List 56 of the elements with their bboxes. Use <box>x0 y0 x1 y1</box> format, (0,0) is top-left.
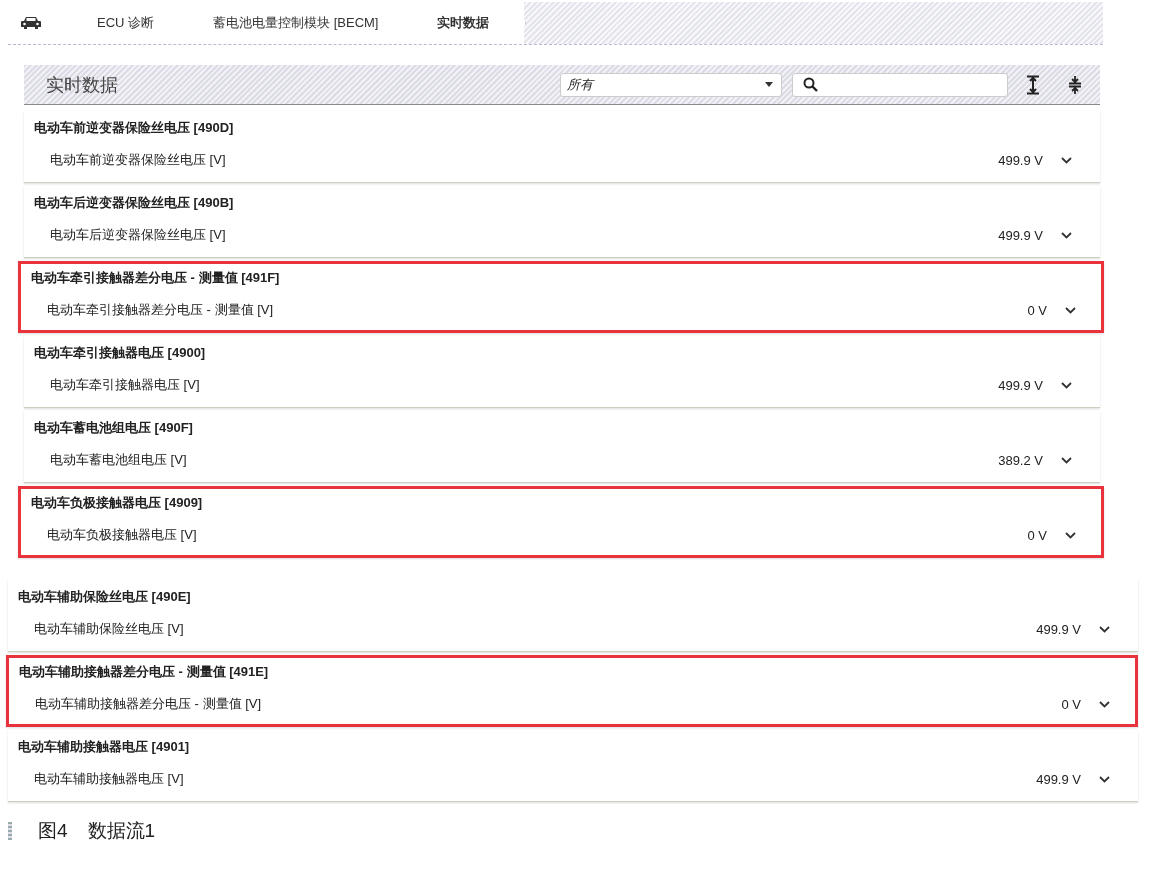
data-row[interactable]: 电动车辅助接触器电压 [4901] 电动车辅助接触器电压 [V] 499.9 V <box>8 730 1138 802</box>
data-row[interactable]: 电动车负极接触器电压 [4909] 电动车负极接触器电压 [V] 0 V <box>18 486 1104 558</box>
chevron-down-icon[interactable] <box>1099 700 1110 708</box>
parameter-name: 电动车蓄电池组电压 [V] <box>50 451 188 469</box>
parameter-title: 电动车辅助保险丝电压 [490E] <box>18 588 192 606</box>
chevron-down-icon[interactable] <box>1061 456 1072 464</box>
parameter-name: 电动车辅助保险丝电压 [V] <box>34 620 185 638</box>
parameter-title: 电动车蓄电池组电压 [490F] <box>34 419 194 437</box>
figure-number: 图4 <box>38 819 68 843</box>
parameter-title: 电动车辅助接触器电压 [4901] <box>18 738 191 756</box>
parameter-value: 499.9 V <box>1036 771 1081 787</box>
parameter-value: 389.2 V <box>998 452 1043 468</box>
data-row[interactable]: 电动车辅助接触器差分电压 - 测量值 [491E] 电动车辅助接触器差分电压 - 测量值 [V] 0 V <box>6 655 1138 727</box>
caption-marker <box>8 822 12 840</box>
caret-icon <box>765 82 773 87</box>
figure-caption: 数据流1 <box>87 819 156 843</box>
parameter-value: 499.9 V <box>998 152 1043 168</box>
parameter-name: 电动车前逆变器保险丝电压 [V] <box>50 151 227 169</box>
data-row[interactable]: 电动车牵引接触器电压 [4900] 电动车牵引接触器电压 [V] 499.9 V <box>24 336 1100 408</box>
chevron-down-icon[interactable] <box>1099 625 1110 633</box>
search-field[interactable] <box>792 72 1008 97</box>
parameter-name: 电动车牵引接触器差分电压 - 测量值 [V] <box>47 301 275 319</box>
parameter-value: 499.9 V <box>1036 621 1081 637</box>
parameter-name: 电动车辅助接触器电压 [V] <box>34 770 185 788</box>
parameter-value: 499.9 V <box>998 377 1043 393</box>
car-icon[interactable] <box>20 16 42 30</box>
parameter-name: 电动车辅助接触器差分电压 - 测量值 [V] <box>35 695 263 713</box>
parameter-value: 0 V <box>1027 302 1047 318</box>
parameter-title: 电动车辅助接触器差分电压 - 测量值 [491E] <box>19 663 270 681</box>
parameter-value: 499.9 V <box>998 227 1043 243</box>
data-row[interactable]: 电动车后逆变器保险丝电压 [490B] 电动车后逆变器保险丝电压 [V] 499.9 V <box>24 186 1100 258</box>
chevron-down-icon[interactable] <box>1099 775 1110 783</box>
chevron-down-icon[interactable] <box>1061 381 1072 389</box>
parameter-value: 0 V <box>1027 527 1047 543</box>
search-icon <box>803 77 818 92</box>
data-row[interactable]: 电动车蓄电池组电压 [490F] 电动车蓄电池组电压 [V] 389.2 V <box>24 411 1100 483</box>
expand-all-icon[interactable] <box>1026 74 1040 95</box>
panel-title: 实时数据 <box>46 73 119 97</box>
chevron-down-icon[interactable] <box>1065 306 1076 314</box>
parameter-name: 电动车牵引接触器电压 [V] <box>50 376 201 394</box>
chevron-down-icon[interactable] <box>1065 531 1076 539</box>
parameter-title: 电动车牵引接触器电压 [4900] <box>34 344 207 362</box>
chevron-down-icon[interactable] <box>1061 156 1072 164</box>
parameter-value: 0 V <box>1061 696 1081 712</box>
filter-dropdown[interactable]: 所有 <box>560 72 782 97</box>
data-row[interactable]: 电动车前逆变器保险丝电压 [490D] 电动车前逆变器保险丝电压 [V] 499.9 V <box>24 111 1100 183</box>
data-row[interactable]: 电动车辅助保险丝电压 [490E] 电动车辅助保险丝电压 [V] 499.9 V <box>8 580 1138 652</box>
data-row[interactable]: 电动车牵引接触器差分电压 - 测量值 [491F] 电动车牵引接触器差分电压 - 测量值 [V] 0 V <box>18 261 1104 333</box>
parameter-title: 电动车牵引接触器差分电压 - 测量值 [491F] <box>31 269 281 287</box>
parameter-title: 电动车后逆变器保险丝电压 [490B] <box>34 194 235 212</box>
parameter-title: 电动车负极接触器电压 [4909] <box>31 494 204 512</box>
chevron-down-icon[interactable] <box>1061 231 1072 239</box>
parameter-name: 电动车后逆变器保险丝电压 [V] <box>50 226 227 244</box>
parameter-name: 电动车负极接触器电压 [V] <box>47 526 198 544</box>
parameter-title: 电动车前逆变器保险丝电压 [490D] <box>34 119 235 137</box>
collapse-all-icon[interactable] <box>1068 74 1082 95</box>
